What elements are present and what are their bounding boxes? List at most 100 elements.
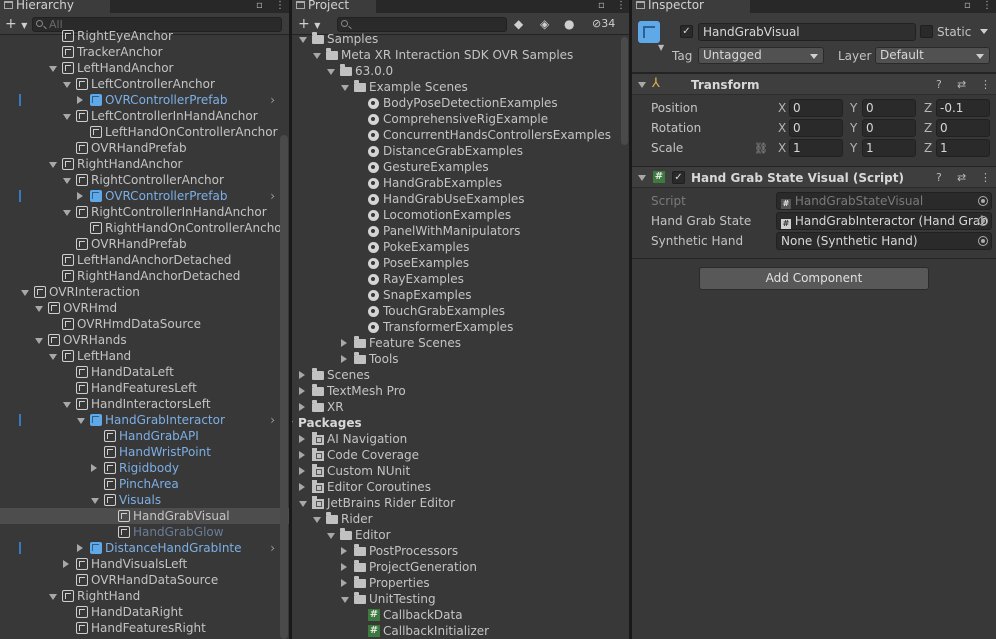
hierarchy-row[interactable]: LeftHandAnchorDetached [0, 252, 289, 268]
hierarchy-row[interactable]: HandVisualsLeft [0, 556, 289, 572]
scale-z-field[interactable]: 1 [936, 139, 990, 157]
project-tab[interactable]: Project [292, 0, 376, 13]
position-x-field[interactable]: 0 [789, 99, 843, 117]
hierarchy-row[interactable]: HandFeaturesLeft [0, 380, 289, 396]
hierarchy-scrollbar[interactable] [280, 135, 288, 639]
hierarchy-row[interactable]: OVRHandDataSource [0, 572, 289, 588]
project-row[interactable]: BodyPoseDetectionExamples [292, 95, 629, 111]
rotation-z-field[interactable]: 0 [936, 119, 990, 137]
hidden-packages-icon[interactable]: ⊘34 [592, 16, 615, 32]
expanded-foldout-icon[interactable] [327, 69, 335, 75]
project-row[interactable]: LocomotionExamples [292, 207, 629, 223]
expanded-foldout-icon[interactable] [35, 338, 43, 344]
hierarchy-row[interactable]: RightControllerInHandAnchor [0, 204, 289, 220]
static-dropdown-icon[interactable] [980, 29, 988, 34]
tag-dropdown[interactable]: Untagged [698, 47, 824, 64]
scale-x-field[interactable]: 1 [789, 139, 843, 157]
project-row[interactable]: PanelWithManipulators [292, 223, 629, 239]
project-row[interactable]: Feature Scenes [292, 335, 629, 351]
help-icon[interactable]: ? [936, 172, 942, 184]
collapsed-foldout-icon[interactable] [341, 339, 347, 347]
position-z-field[interactable]: -0.1 [936, 99, 990, 117]
constrain-proportions-icon[interactable]: ⛓ [754, 142, 768, 155]
hierarchy-row[interactable]: OVRHandPrefab [0, 236, 289, 252]
collapsed-foldout-icon[interactable] [299, 387, 305, 395]
collapsed-foldout-icon[interactable] [299, 403, 305, 411]
project-row[interactable]: TextMesh Pro [292, 383, 629, 399]
collapsed-foldout-icon[interactable] [63, 560, 69, 568]
hierarchy-row[interactable]: HandGrabInteractor › [0, 412, 289, 428]
project-row[interactable]: RayExamples [292, 271, 629, 287]
project-row[interactable]: Code Coverage [292, 447, 629, 463]
gameobject-icon[interactable] [638, 21, 660, 43]
hierarchy-row[interactable]: HandFeaturesRight [0, 620, 289, 636]
rotation-x-field[interactable]: 0 [789, 119, 843, 137]
transform-component-header[interactable]: ⅄ Transform ? ⇄ ⋮ [632, 73, 996, 95]
hierarchy-row[interactable]: OVRControllerPrefab › [0, 188, 289, 204]
collapsed-foldout-icon[interactable] [299, 371, 305, 379]
hierarchy-row[interactable]: TrackerAnchor [0, 44, 289, 60]
project-row[interactable]: TransformerExamples [292, 319, 629, 335]
collapsed-foldout-icon[interactable] [77, 192, 83, 200]
component-menu-icon[interactable]: ⋮ [980, 79, 991, 91]
project-row[interactable]: Tools [292, 351, 629, 367]
collapsed-foldout-icon[interactable] [299, 467, 305, 475]
expanded-foldout-icon[interactable] [341, 597, 349, 603]
lock-icon[interactable]: ▫ [598, 0, 605, 12]
project-row[interactable]: # CallbackInitializer [292, 623, 629, 639]
icon-dropdown-icon[interactable]: ▼ [658, 43, 664, 52]
hand-grab-state-field[interactable]: # HandGrabInteractor (Hand Grab [776, 212, 992, 230]
synthetic-hand-field[interactable]: None (Synthetic Hand) [776, 232, 992, 250]
hierarchy-row[interactable]: LeftHandOnControllerAnchor [0, 124, 289, 140]
hierarchy-row[interactable]: DistanceHandGrabInte › [0, 540, 289, 556]
project-row[interactable]: GestureExamples [292, 159, 629, 175]
expanded-foldout-icon[interactable] [292, 421, 293, 427]
project-row[interactable]: AI Navigation [292, 431, 629, 447]
collapsed-foldout-icon[interactable] [77, 544, 83, 552]
object-picker-icon[interactable] [978, 216, 988, 226]
presets-icon[interactable]: ⇄ [957, 79, 966, 91]
hierarchy-row[interactable]: RightHandAnchorDetached [0, 268, 289, 284]
hierarchy-row[interactable]: HandDataRight [0, 604, 289, 620]
project-row[interactable]: Properties [292, 575, 629, 591]
project-row[interactable]: PokeExamples [292, 239, 629, 255]
hierarchy-row[interactable]: OVRHandPrefab [0, 140, 289, 156]
project-row[interactable]: DistanceGrabExamples [292, 143, 629, 159]
expanded-foldout-icon[interactable] [49, 354, 57, 360]
script-component-header[interactable]: # ✓ Hand Grab State Visual (Script) ? ⇄ … [632, 166, 996, 188]
expanded-foldout-icon[interactable] [49, 66, 57, 72]
collapsed-foldout-icon[interactable] [299, 435, 305, 443]
hierarchy-row[interactable]: HandGrabVisual [0, 508, 289, 524]
project-row[interactable]: HandGrabUseExamples [292, 191, 629, 207]
more-menu-icon[interactable]: ⋮ [616, 0, 626, 12]
lock-icon[interactable]: ▫ [256, 0, 263, 12]
project-row[interactable]: Scenes [292, 367, 629, 383]
collapsed-foldout-icon[interactable] [299, 451, 305, 459]
hierarchy-row[interactable]: RightControllerAnchor [0, 172, 289, 188]
object-name-field[interactable]: HandGrabVisual [698, 23, 916, 41]
hierarchy-row[interactable]: RightHandAnchor [0, 156, 289, 172]
project-row[interactable]: # CallbackData [292, 607, 629, 623]
help-icon[interactable]: ? [936, 79, 942, 91]
expanded-foldout-icon[interactable] [63, 82, 71, 88]
project-search-input[interactable] [337, 17, 507, 32]
hierarchy-row[interactable]: LeftControllerAnchor [0, 76, 289, 92]
hierarchy-row[interactable]: OVRHmd [0, 300, 289, 316]
hierarchy-row[interactable]: OVRHmdDataSource [0, 316, 289, 332]
hierarchy-row[interactable]: RightEyeAnchor [0, 28, 289, 44]
expanded-foldout-icon[interactable] [313, 53, 321, 59]
project-row[interactable]: XR [292, 399, 629, 415]
project-row[interactable]: Custom NUnit [292, 463, 629, 479]
collapsed-foldout-icon[interactable] [77, 96, 83, 104]
hierarchy-tab[interactable]: Hierarchy [0, 0, 110, 13]
project-row[interactable]: JetBrains Rider Editor [292, 495, 629, 511]
hierarchy-row[interactable]: PinchArea [0, 476, 289, 492]
script-enabled-checkbox[interactable]: ✓ [672, 171, 685, 184]
collapsed-foldout-icon[interactable] [341, 547, 347, 555]
scale-y-field[interactable]: 1 [862, 139, 916, 157]
search-by-type-icon[interactable]: ◆ [514, 16, 523, 32]
expanded-foldout-icon[interactable] [49, 162, 57, 168]
more-menu-icon[interactable]: ⋮ [982, 0, 992, 12]
project-row[interactable]: Example Scenes [292, 79, 629, 95]
expanded-foldout-icon[interactable] [327, 533, 335, 539]
